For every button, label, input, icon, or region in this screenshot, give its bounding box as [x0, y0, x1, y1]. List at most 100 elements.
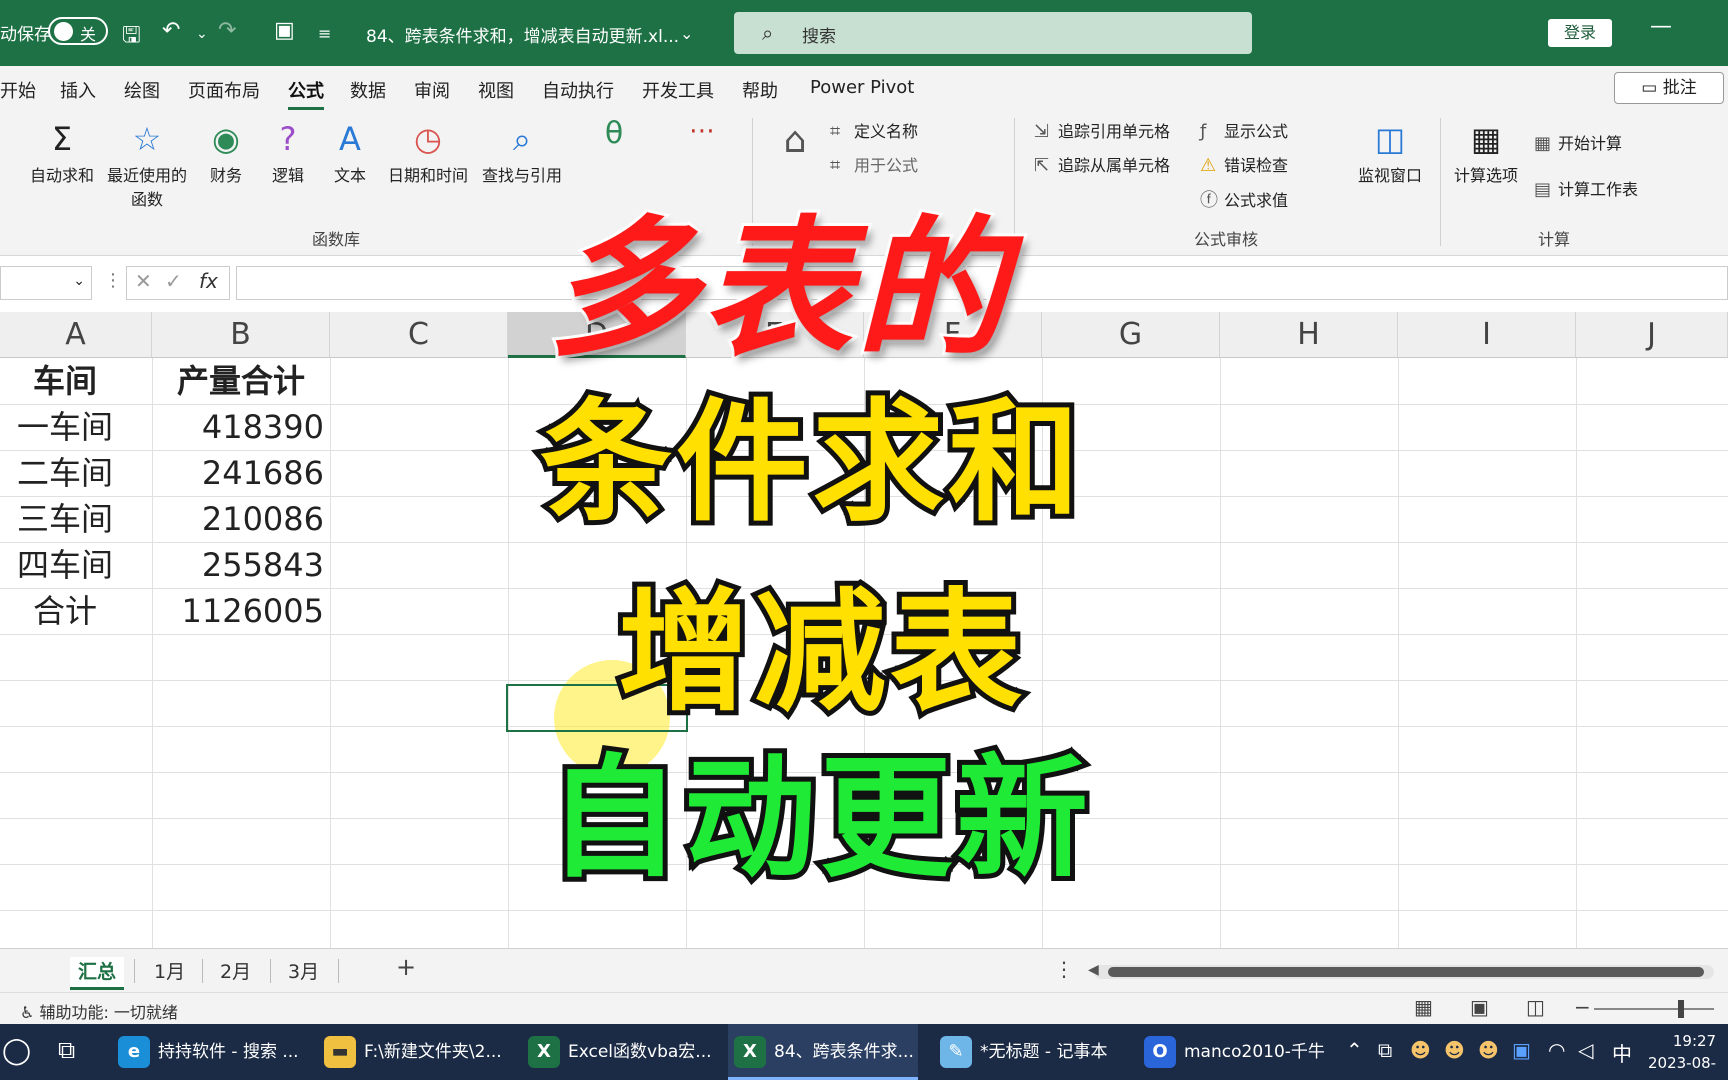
normal-view-icon[interactable]: ▦ [1414, 995, 1433, 1019]
tab-draw[interactable]: 绘图 [124, 77, 160, 103]
start-icon[interactable]: ◯ [2, 1036, 31, 1066]
recently-used-button[interactable]: ☆ 最近使用的函数 [104, 116, 190, 210]
date-time-button[interactable]: ◷ 日期和时间 [384, 116, 472, 186]
page-break-view-icon[interactable]: ◫ [1526, 995, 1545, 1019]
watch-window-button[interactable]: ◫ 监视窗口 [1350, 116, 1430, 186]
tab-automate[interactable]: 自动执行 [542, 77, 614, 103]
tab-insert[interactable]: 插入 [60, 77, 96, 103]
more-functions-icon[interactable]: ⋯ [682, 116, 722, 146]
evaluate-formula-button[interactable]: ⓕ 公式求值 [1200, 186, 1288, 212]
insert-function-icon[interactable]: fx [199, 269, 218, 293]
sheet-tab-feb[interactable]: 2月 [220, 957, 251, 984]
cell-a1[interactable]: 车间 [0, 358, 130, 404]
calculate-now-button[interactable]: ▦ 开始计算 [1534, 130, 1622, 154]
math-trig-icon[interactable]: θ [594, 116, 634, 151]
trace-precedents-button[interactable]: ⇲ 追踪引用单元格 [1034, 118, 1170, 142]
error-checking-button[interactable]: ⚠ 错误检查 [1200, 152, 1288, 176]
taskbar-item-qianniu[interactable]: Omanco2010-千牛 [1144, 1024, 1334, 1080]
clock[interactable]: 19:27 2023-08- [1648, 1030, 1716, 1074]
zoom-slider-knob[interactable] [1678, 1000, 1684, 1018]
search-box[interactable]: ⌕ 搜索 [734, 12, 1252, 54]
zoom-slider[interactable] [1594, 1000, 1714, 1018]
tab-formulas[interactable]: 公式 [288, 77, 324, 110]
cancel-icon[interactable]: ✕ [135, 269, 152, 293]
sheet-tab-jan[interactable]: 1月 [154, 957, 185, 984]
cell-b6[interactable]: 1126005 [156, 588, 324, 634]
cell-b3[interactable]: 241686 [156, 450, 324, 496]
app-tray-icon[interactable]: ☻ [1410, 1038, 1431, 1062]
cell-a3[interactable]: 二车间 [0, 450, 130, 496]
define-name-button[interactable]: ⌗ 定义名称 [830, 118, 918, 142]
taskbar-item-notepad[interactable]: ✎ *无标题 - 记事本 [940, 1024, 1130, 1080]
volume-icon[interactable]: ◁ [1578, 1038, 1593, 1062]
cell-b5[interactable]: 255843 [156, 542, 324, 588]
document-name[interactable]: 84、跨表条件求和，增减表自动更新.xl... [366, 22, 679, 47]
cell-a2[interactable]: 一车间 [0, 404, 130, 450]
task-view-icon[interactable]: ⧉ [58, 1036, 75, 1064]
add-sheet-button[interactable]: + [396, 953, 416, 981]
sheet-tab-summary[interactable]: 汇总 [70, 957, 125, 990]
trace-dependents-button[interactable]: ⇱ 追踪从属单元格 [1034, 152, 1170, 176]
column-header-g[interactable]: G [1042, 312, 1220, 358]
column-header-a[interactable]: A [0, 312, 152, 358]
form-icon[interactable]: ▣ [274, 18, 295, 43]
comments-button[interactable]: ▭ 批注 [1614, 72, 1724, 104]
cell-b1[interactable]: 产量合计 [156, 358, 326, 404]
tab-view[interactable]: 视图 [478, 77, 514, 103]
accessibility-status[interactable]: ♿ 辅助功能: 一切就绪 [20, 999, 178, 1023]
login-button[interactable]: 登录 [1548, 19, 1612, 47]
autosum-button[interactable]: Σ 自动求和 [22, 116, 102, 186]
column-header-h[interactable]: H [1220, 312, 1398, 358]
text-button[interactable]: A 文本 [322, 116, 378, 186]
column-header-c[interactable]: C [330, 312, 508, 358]
horizontal-scrollbar[interactable]: ◀ [1088, 962, 1714, 979]
scroll-left-icon[interactable]: ◀ [1088, 962, 1099, 978]
ime-indicator[interactable]: 中 [1612, 1038, 1632, 1067]
autosave-toggle[interactable]: 关 [48, 17, 108, 45]
cell-b2[interactable]: 418390 [156, 404, 324, 450]
minimize-button[interactable]: — [1650, 14, 1672, 39]
financial-button[interactable]: ◉ 财务 [198, 116, 254, 186]
app-tray-icon[interactable]: ▣ [1512, 1038, 1531, 1062]
page-layout-view-icon[interactable]: ▣ [1470, 995, 1489, 1019]
taskbar-item-excel-vba[interactable]: X Excel函数vba宏... [528, 1024, 718, 1080]
cell-b4[interactable]: 210086 [156, 496, 324, 542]
cell-a4[interactable]: 三车间 [0, 496, 130, 542]
taskbar-item-explorer[interactable]: ▬ F:\新建文件夹\2... [324, 1024, 514, 1080]
cell-a6[interactable]: 合计 [0, 588, 130, 634]
column-header-b[interactable]: B [152, 312, 330, 358]
column-header-i[interactable]: I [1398, 312, 1576, 358]
name-manager-icon[interactable]: ⌂ [770, 120, 820, 161]
enter-icon[interactable]: ✓ [165, 269, 182, 293]
tab-help[interactable]: 帮助 [742, 77, 778, 103]
tab-review[interactable]: 审阅 [414, 77, 450, 103]
wifi-icon[interactable]: ◠ [1548, 1038, 1565, 1062]
calculate-sheet-button[interactable]: ▤ 计算工作表 [1534, 176, 1638, 200]
column-header-j[interactable]: J [1576, 312, 1728, 358]
tab-data[interactable]: 数据 [350, 77, 386, 103]
redo-icon[interactable]: ↷ [218, 18, 236, 43]
window-icon[interactable]: ⧉ [1378, 1038, 1392, 1062]
zoom-out-icon[interactable]: − [1574, 995, 1591, 1019]
customize-toolbar-icon[interactable]: ≡ [318, 24, 331, 43]
document-dropdown-icon[interactable]: ⌄ [680, 24, 693, 43]
show-formulas-button[interactable]: ƒ 显示公式 [1200, 118, 1288, 142]
calculation-options-button[interactable]: ▦ 计算选项 [1448, 116, 1524, 186]
more-icon[interactable]: ⋮ [1054, 957, 1074, 981]
undo-icon[interactable]: ↶ [162, 18, 180, 43]
tab-power-pivot[interactable]: Power Pivot [810, 77, 914, 98]
taskbar-item-edge[interactable]: e 持持软件 - 搜索 ... [118, 1024, 308, 1080]
tab-home[interactable]: 开始 [0, 77, 36, 103]
sheet-tab-mar[interactable]: 3月 [288, 957, 319, 984]
taskbar-item-excel-current[interactable]: X 84、跨表条件求... [728, 1024, 918, 1080]
qq-icon[interactable]: ☻ [1478, 1038, 1499, 1062]
scrollbar-thumb[interactable] [1108, 967, 1704, 977]
save-icon[interactable]: 🖫 [122, 18, 141, 56]
tab-developer[interactable]: 开发工具 [642, 77, 714, 103]
logical-button[interactable]: ? 逻辑 [260, 116, 316, 186]
qq-icon[interactable]: ☻ [1444, 1038, 1465, 1062]
name-box[interactable]: ⌄ [0, 266, 92, 300]
cell-a5[interactable]: 四车间 [0, 542, 130, 588]
tab-page-layout[interactable]: 页面布局 [188, 77, 260, 103]
chevron-up-icon[interactable]: ⌃ [1346, 1038, 1363, 1062]
